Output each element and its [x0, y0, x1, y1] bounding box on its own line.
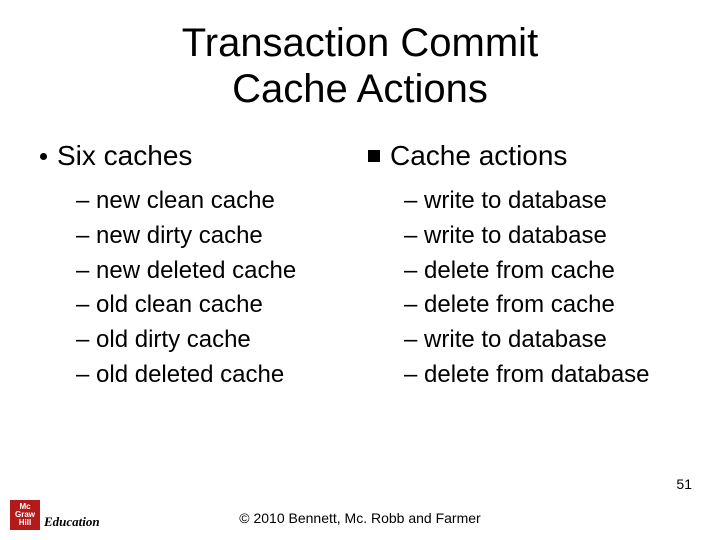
- list-item: – old dirty cache: [76, 323, 352, 358]
- publisher-logo: Mc Graw Hill Education: [10, 500, 100, 530]
- list-item: – old deleted cache: [76, 358, 352, 393]
- right-column: Cache actions – write to database – writ…: [368, 140, 680, 393]
- dash-icon: –: [76, 254, 89, 289]
- content-columns: Six caches – new clean cache – new dirty…: [40, 140, 680, 393]
- dash-icon: –: [404, 288, 417, 323]
- slide: Transaction Commit Cache Actions Six cac…: [0, 0, 720, 540]
- right-items: – write to database – write to database …: [368, 184, 680, 393]
- dash-icon: –: [76, 323, 89, 358]
- bullet-square-icon: [368, 150, 380, 162]
- dash-icon: –: [76, 219, 89, 254]
- bullet-dot-icon: [40, 153, 47, 160]
- logo-box: Mc Graw Hill: [10, 500, 40, 530]
- dash-icon: –: [404, 323, 417, 358]
- list-item-text: delete from cache: [424, 291, 615, 318]
- list-item-text: write to database: [424, 222, 607, 249]
- dash-icon: –: [404, 219, 417, 254]
- left-heading-text: Six caches: [57, 140, 192, 172]
- left-heading: Six caches: [40, 140, 352, 172]
- list-item-text: new clean cache: [96, 187, 275, 214]
- list-item: – new clean cache: [76, 184, 352, 219]
- dash-icon: –: [404, 358, 417, 393]
- right-heading: Cache actions: [368, 140, 680, 172]
- list-item: – new deleted cache: [76, 254, 352, 289]
- list-item: – old clean cache: [76, 288, 352, 323]
- logo-box-line: Hill: [19, 519, 31, 527]
- title-line-2: Cache Actions: [232, 67, 488, 111]
- dash-icon: –: [76, 288, 89, 323]
- list-item-text: old dirty cache: [96, 326, 251, 353]
- page-number: 51: [676, 476, 692, 492]
- list-item-text: delete from cache: [424, 257, 615, 284]
- left-items: – new clean cache – new dirty cache – ne…: [40, 184, 352, 393]
- list-item-text: new dirty cache: [96, 222, 263, 249]
- list-item-text: write to database: [424, 326, 607, 353]
- list-item-text: new deleted cache: [96, 257, 296, 284]
- dash-icon: –: [404, 254, 417, 289]
- right-heading-text: Cache actions: [390, 140, 567, 172]
- left-column: Six caches – new clean cache – new dirty…: [40, 140, 352, 393]
- copyright-footer: © 2010 Bennett, Mc. Robb and Farmer: [0, 510, 720, 526]
- dash-icon: –: [76, 358, 89, 393]
- list-item: – write to database: [404, 184, 680, 219]
- list-item-text: old deleted cache: [96, 361, 284, 388]
- list-item: – new dirty cache: [76, 219, 352, 254]
- list-item-text: old clean cache: [96, 291, 263, 318]
- list-item-text: write to database: [424, 187, 607, 214]
- title-line-1: Transaction Commit: [182, 21, 538, 65]
- list-item-text: delete from database: [424, 361, 649, 388]
- dash-icon: –: [404, 184, 417, 219]
- slide-title: Transaction Commit Cache Actions: [40, 20, 680, 112]
- dash-icon: –: [76, 184, 89, 219]
- list-item: – delete from database: [404, 358, 680, 393]
- list-item: – delete from cache: [404, 254, 680, 289]
- logo-text: Education: [44, 514, 100, 530]
- list-item: – write to database: [404, 219, 680, 254]
- list-item: – write to database: [404, 323, 680, 358]
- list-item: – delete from cache: [404, 288, 680, 323]
